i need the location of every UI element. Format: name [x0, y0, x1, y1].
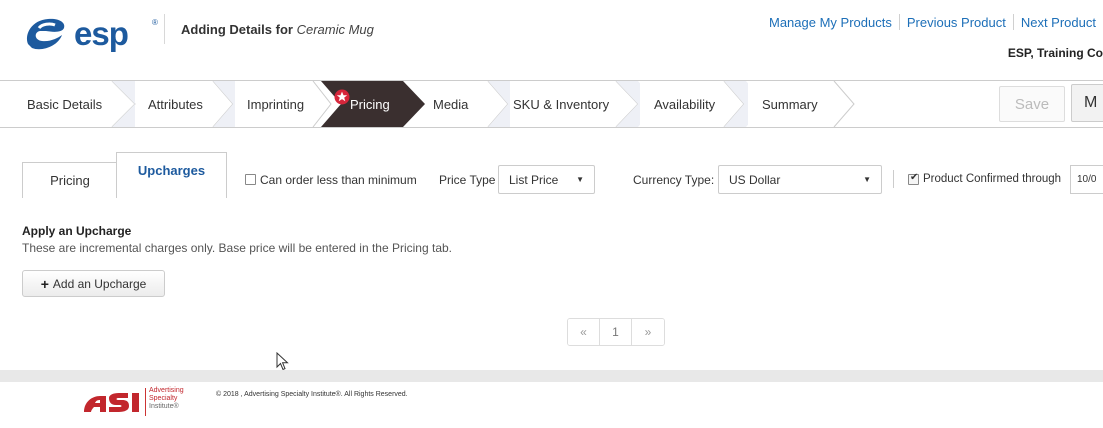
min-order-label: Can order less than minimum: [260, 173, 417, 187]
pagination-next[interactable]: »: [632, 319, 664, 345]
price-type-value: List Price: [509, 172, 559, 187]
min-order-checkbox[interactable]: [245, 174, 256, 185]
asi-line: Institute®: [149, 403, 179, 410]
confirmed-date-input[interactable]: 10/0: [1070, 165, 1103, 194]
currency-type-value: US Dollar: [729, 172, 781, 187]
copyright-text: © 2018 , Advertising Specialty Institute…: [216, 391, 408, 398]
step-label: Summary: [762, 96, 818, 112]
asi-line: Advertising: [149, 387, 184, 394]
tab-upcharges[interactable]: Upcharges: [116, 152, 227, 198]
options-divider: [893, 170, 894, 188]
esp-logo[interactable]: esp ®: [22, 14, 162, 54]
company-name[interactable]: ESP, Training Co: [1008, 46, 1103, 60]
asi-name: Advertising Specialty Institute®: [149, 387, 184, 411]
header-divider: [164, 14, 165, 44]
page-title: Adding Details for Ceramic Mug: [181, 22, 374, 37]
price-type-select[interactable]: List Price ▼: [498, 165, 595, 194]
footer-bar: [0, 370, 1103, 382]
step-summary[interactable]: Summary: [724, 81, 859, 127]
step-label: Media: [433, 96, 469, 112]
more-button[interactable]: M: [1071, 84, 1103, 122]
star-badge-icon: [334, 89, 350, 105]
top-links: Manage My Products Previous Product Next…: [762, 14, 1103, 30]
product-confirmed-label: Product Confirmed through: [923, 173, 1062, 185]
step-label: Imprinting: [247, 96, 305, 112]
section-title: Apply an Upcharge: [22, 224, 132, 238]
product-name: Ceramic Mug: [296, 22, 374, 37]
title-prefix: Adding Details for: [181, 22, 293, 37]
currency-type-label: Currency Type:: [633, 173, 715, 187]
pagination-prev[interactable]: «: [568, 319, 600, 345]
step-pricing[interactable]: Pricing: [313, 81, 425, 127]
step-label: Pricing: [350, 96, 390, 112]
registered-mark: ®: [152, 18, 158, 27]
add-upcharge-label: Add an Upcharge: [52, 276, 147, 291]
section-description: These are incremental charges only. Base…: [22, 241, 453, 255]
step-label: SKU & Inventory: [513, 96, 610, 112]
next-product-link[interactable]: Next Product: [1014, 15, 1103, 30]
price-type-label: Price Type: [439, 173, 496, 187]
manage-products-link[interactable]: Manage My Products: [762, 15, 899, 30]
pagination-page[interactable]: 1: [600, 319, 632, 345]
asi-line: Specialty: [149, 395, 178, 402]
tab-pricing[interactable]: Pricing: [22, 162, 118, 198]
step-label: Basic Details: [27, 96, 103, 112]
previous-product-link[interactable]: Previous Product: [900, 15, 1013, 30]
page-header: esp ® Adding Details for Ceramic Mug Man…: [0, 0, 1103, 80]
currency-type-select[interactable]: US Dollar ▼: [718, 165, 882, 194]
asi-divider: [145, 388, 146, 416]
step-label: Attributes: [148, 96, 203, 112]
logo-text: esp: [74, 15, 129, 52]
product-confirmed-checkbox[interactable]: [908, 172, 919, 185]
plus-icon: +: [40, 275, 49, 292]
pagination: « 1 »: [567, 318, 665, 346]
add-upcharge-button[interactable]: + Add an Upcharge: [22, 270, 165, 297]
esp-swoosh-icon: [26, 18, 65, 50]
step-label: Availability: [654, 96, 716, 112]
mouse-cursor-icon: [276, 352, 289, 371]
chevron-down-icon: ▼: [576, 175, 584, 184]
chevron-down-icon: ▼: [863, 175, 871, 184]
wizard-nav: Basic Details Attributes Imprinting Pric…: [0, 80, 1103, 128]
save-button[interactable]: Save: [999, 86, 1065, 122]
asi-logo-icon: [84, 393, 139, 412]
